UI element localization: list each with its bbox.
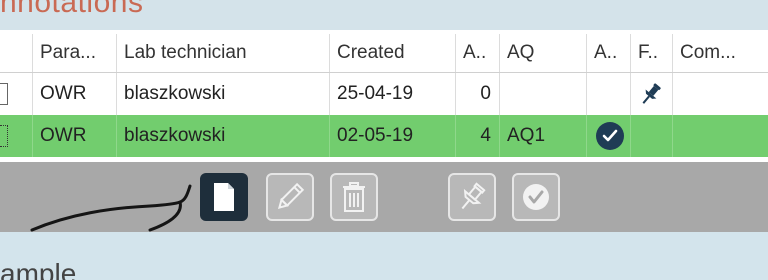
cell-comment bbox=[672, 115, 760, 157]
pin-icon bbox=[461, 182, 486, 210]
column-header-a1[interactable]: A.. bbox=[455, 34, 499, 72]
document-icon bbox=[214, 183, 234, 211]
cell-created: 02-05-19 bbox=[329, 115, 455, 157]
trash-icon bbox=[343, 182, 365, 212]
annotation-toolbar bbox=[0, 162, 768, 232]
check-circle-icon bbox=[596, 122, 624, 150]
column-header-lab-technician[interactable]: Lab technician bbox=[116, 34, 329, 72]
sample-title: ample bbox=[0, 258, 77, 280]
cell-created: 25-04-19 bbox=[329, 73, 455, 115]
cell-aq bbox=[499, 73, 586, 115]
pencil-icon bbox=[277, 182, 305, 210]
check-icon bbox=[523, 184, 549, 210]
cell-lab-technician: blaszkowski bbox=[116, 73, 329, 115]
column-header-a2[interactable]: A.. bbox=[586, 34, 630, 72]
edit-button[interactable] bbox=[266, 173, 314, 221]
new-document-button[interactable] bbox=[200, 173, 248, 221]
row-selector[interactable] bbox=[0, 83, 8, 105]
cell-parameter: OWR bbox=[32, 115, 116, 157]
cell-comment bbox=[672, 73, 760, 115]
cell-flag bbox=[630, 115, 672, 157]
pin-icon[interactable] bbox=[638, 81, 664, 107]
annotations-section-header: nnotations bbox=[0, 0, 768, 30]
delete-button[interactable] bbox=[330, 173, 378, 221]
column-header-comment[interactable]: Com... bbox=[672, 34, 760, 72]
column-header-created[interactable]: Created bbox=[329, 34, 455, 72]
cell-lab-technician: blaszkowski bbox=[116, 115, 329, 157]
pin-button[interactable] bbox=[448, 173, 496, 221]
cell-count: 4 bbox=[455, 115, 499, 157]
approve-button[interactable] bbox=[512, 173, 560, 221]
grid-header-row: Para... Lab technician Created A.. AQ A.… bbox=[0, 34, 768, 73]
column-header-parameter[interactable]: Para... bbox=[32, 34, 116, 72]
column-header-flag[interactable]: F.. bbox=[630, 34, 672, 72]
cell-flag bbox=[630, 73, 672, 115]
annotations-title: nnotations bbox=[0, 0, 144, 19]
table-row[interactable]: OWR blaszkowski 25-04-19 0 bbox=[0, 73, 768, 116]
table-row-selected[interactable]: OWR blaszkowski 02-05-19 4 AQ1 bbox=[0, 115, 768, 157]
cell-accepted bbox=[586, 73, 630, 115]
sample-section-header: ample bbox=[0, 232, 768, 280]
cell-parameter: OWR bbox=[32, 73, 116, 115]
column-header-aq[interactable]: AQ bbox=[499, 34, 586, 72]
annotations-grid: Para... Lab technician Created A.. AQ A.… bbox=[0, 30, 768, 162]
cell-accepted bbox=[586, 115, 630, 157]
cell-count: 0 bbox=[455, 73, 499, 115]
row-selector[interactable] bbox=[0, 125, 8, 147]
cell-aq: AQ1 bbox=[499, 115, 586, 157]
